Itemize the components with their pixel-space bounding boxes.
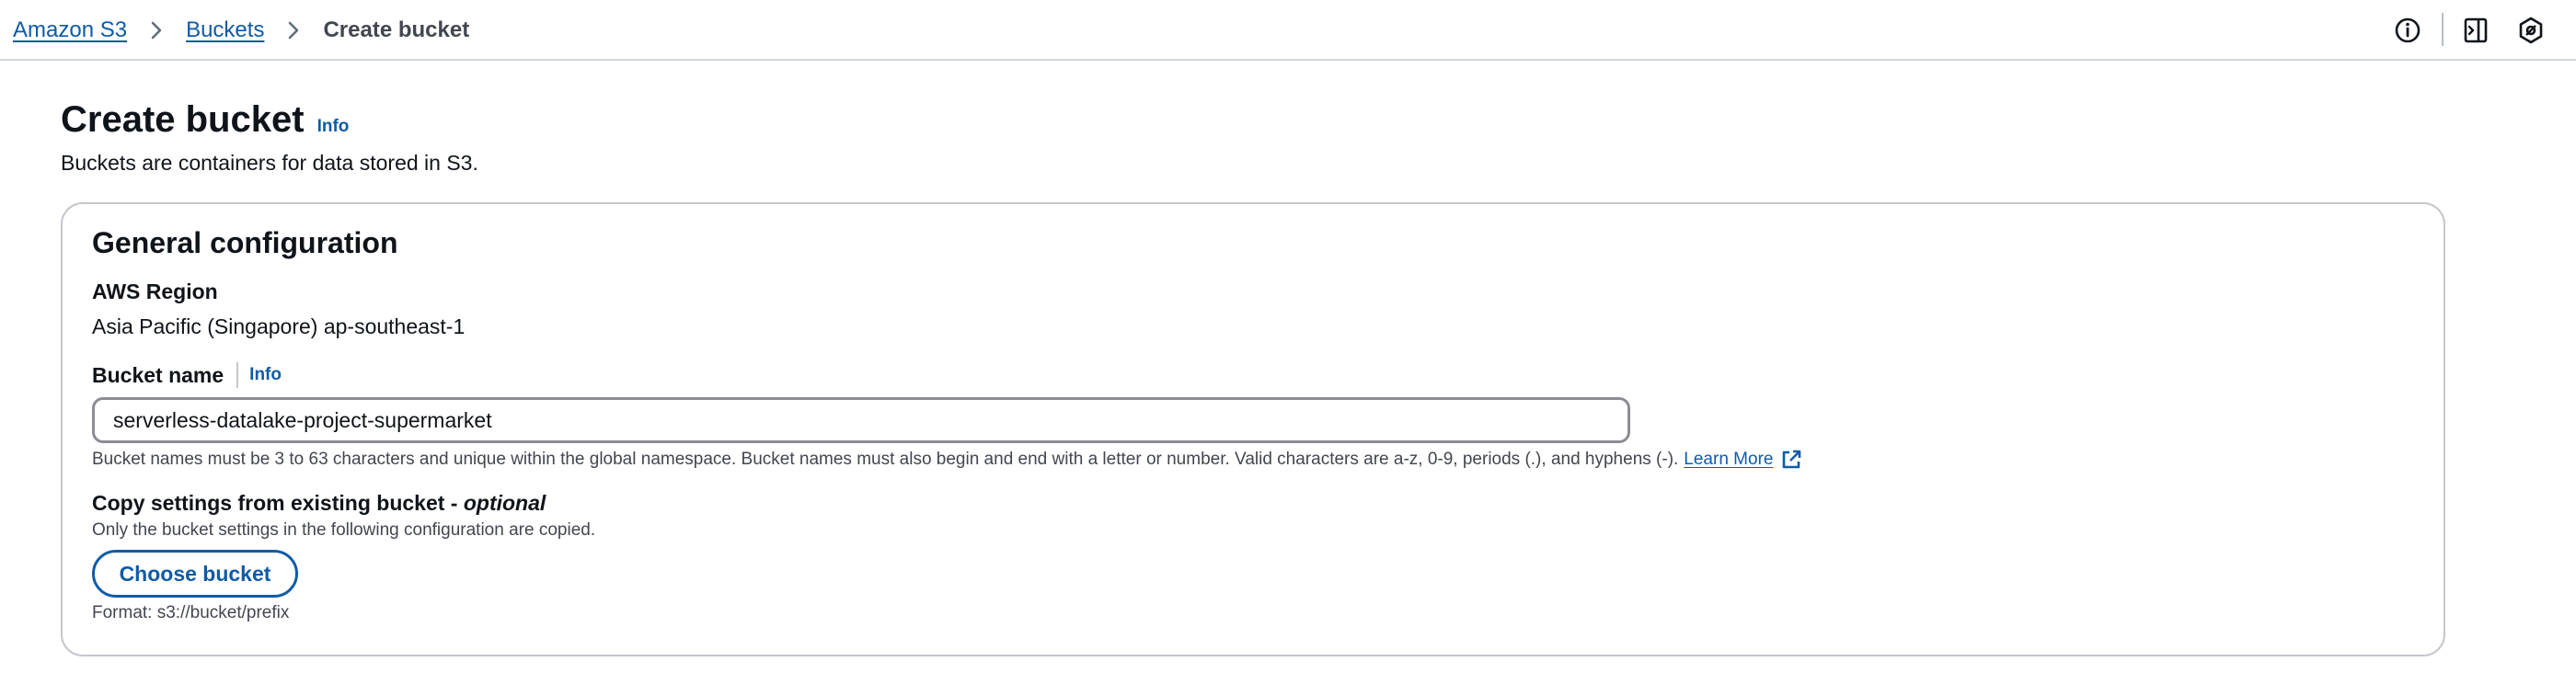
page-description: Buckets are containers for data stored i…	[61, 151, 478, 175]
aws-region-label: AWS Region	[92, 279, 218, 303]
bucket-name-label: Bucket name	[92, 362, 224, 387]
bucket-name-info-link[interactable]: Info	[249, 365, 282, 385]
format-hint: Format: s3://bucket/prefix	[92, 603, 290, 622]
bucket-name-label-row: Bucket name Info	[92, 362, 282, 388]
page-info-link[interactable]: Info	[317, 117, 350, 137]
optional-tag: optional	[463, 491, 546, 515]
bucket-name-hint: Bucket names must be 3 to 63 characters …	[92, 449, 1802, 471]
page-title: Create bucket	[61, 99, 305, 140]
bucket-name-hint-text: Bucket names must be 3 to 63 characters …	[92, 450, 1679, 469]
breadcrumb-current: Create bucket	[323, 17, 470, 42]
copy-settings-label: Copy settings from existing bucket - opt…	[92, 491, 546, 516]
info-circle-icon[interactable]	[2392, 15, 2423, 46]
bucket-name-input[interactable]	[92, 397, 1630, 443]
breadcrumb: Amazon S3 Buckets Create bucket	[13, 17, 469, 44]
settings-hex-icon[interactable]	[2515, 15, 2547, 46]
choose-bucket-button[interactable]: Choose bucket	[92, 550, 298, 598]
label-divider	[236, 362, 239, 388]
copy-settings-label-text: Copy settings from existing bucket -	[92, 491, 464, 515]
learn-more-link[interactable]: Learn More	[1684, 450, 1773, 470]
general-configuration-panel: General configuration AWS Region Asia Pa…	[61, 202, 2445, 656]
side-panel-icon[interactable]	[2460, 15, 2491, 46]
top-navigation-bar: Amazon S3 Buckets Create bucket	[0, 0, 2576, 61]
page-header: Create bucket Info	[61, 99, 349, 141]
external-link-icon[interactable]	[1780, 449, 1802, 471]
chevron-right-icon	[277, 17, 310, 44]
aws-region-value: Asia Pacific (Singapore) ap-southeast-1	[92, 314, 466, 338]
chevron-right-icon	[140, 17, 173, 44]
panel-title: General configuration	[92, 226, 398, 259]
copy-settings-description: Only the bucket settings in the followin…	[92, 520, 596, 540]
breadcrumb-buckets[interactable]: Buckets	[186, 17, 264, 43]
breadcrumb-amazon-s3[interactable]: Amazon S3	[13, 17, 127, 43]
toolbar-divider	[2442, 13, 2444, 46]
